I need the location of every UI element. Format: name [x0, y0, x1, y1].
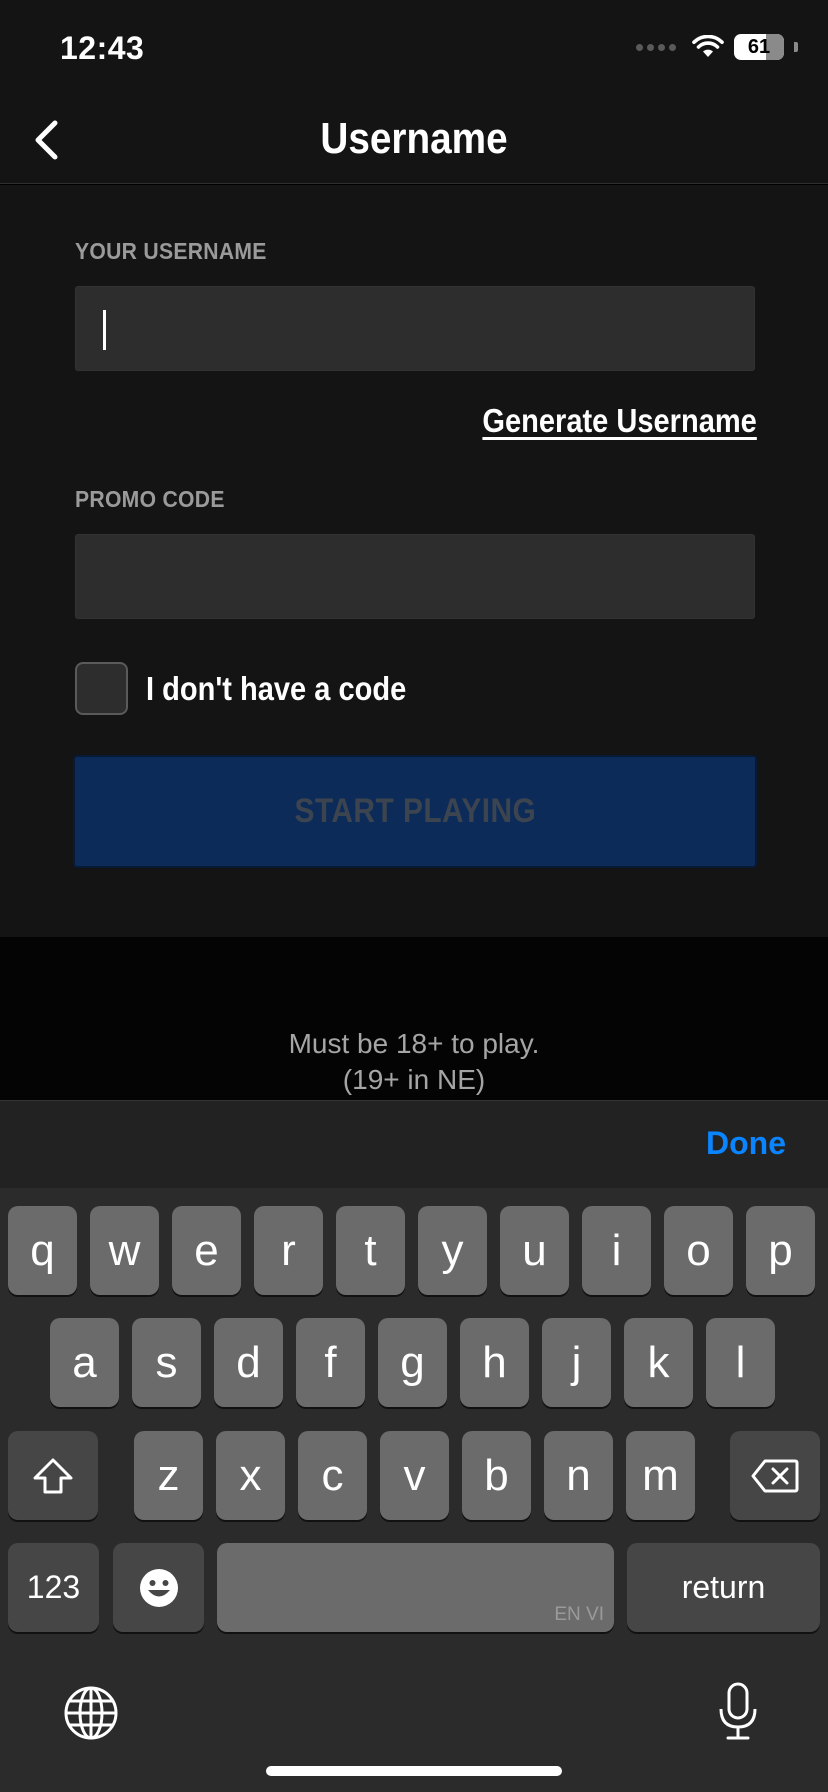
key-h[interactable]: h	[460, 1318, 529, 1407]
key-i[interactable]: i	[582, 1206, 651, 1295]
key-v[interactable]: v	[380, 1431, 449, 1520]
dictation-key[interactable]	[707, 1678, 769, 1744]
emoji-icon	[139, 1568, 178, 1607]
age-notice-line2: (19+ in NE)	[342, 1064, 486, 1095]
key-s[interactable]: s	[132, 1318, 201, 1407]
battery-level: 61	[747, 35, 771, 58]
no-code-checkbox[interactable]	[75, 662, 128, 715]
delete-icon	[751, 1459, 799, 1492]
key-d[interactable]: d	[214, 1318, 283, 1407]
home-indicator	[266, 1766, 562, 1776]
no-code-row: I don't have a code	[75, 662, 442, 715]
return-key[interactable]: return	[627, 1543, 820, 1632]
page-title: Username	[320, 114, 508, 163]
wifi-icon	[692, 35, 724, 57]
key-x[interactable]: x	[216, 1431, 285, 1520]
promo-code-input[interactable]	[75, 534, 755, 619]
key-o[interactable]: o	[664, 1206, 733, 1295]
start-playing-button[interactable]: START PLAYING	[73, 755, 757, 868]
key-y[interactable]: y	[418, 1206, 487, 1295]
key-l[interactable]: l	[706, 1318, 775, 1407]
age-notice: Must be 18+ to play. (19+ in NE)	[0, 937, 828, 1100]
nav-bar: Username	[0, 96, 828, 184]
delete-key[interactable]	[730, 1431, 820, 1520]
key-q[interactable]: q	[8, 1206, 77, 1295]
key-f[interactable]: f	[296, 1318, 365, 1407]
key-m[interactable]: m	[626, 1431, 695, 1520]
username-input[interactable]	[75, 286, 755, 371]
status-bar: 12:43 61	[0, 0, 828, 96]
start-playing-label: START PLAYING	[294, 792, 536, 830]
key-k[interactable]: k	[624, 1318, 693, 1407]
globe-icon	[64, 1686, 118, 1740]
key-r[interactable]: r	[254, 1206, 323, 1295]
key-z[interactable]: z	[134, 1431, 203, 1520]
key-j[interactable]: j	[542, 1318, 611, 1407]
key-e[interactable]: e	[172, 1206, 241, 1295]
key-p[interactable]: p	[746, 1206, 815, 1295]
key-c[interactable]: c	[298, 1431, 367, 1520]
key-a[interactable]: a	[50, 1318, 119, 1407]
username-form: YOUR USERNAME Generate Username PROMO CO…	[0, 185, 828, 937]
username-label: YOUR USERNAME	[75, 238, 267, 264]
emoji-key[interactable]	[113, 1543, 204, 1632]
space-key[interactable]: EN VI	[217, 1543, 614, 1632]
key-b[interactable]: b	[462, 1431, 531, 1520]
numbers-key[interactable]: 123	[8, 1543, 99, 1632]
cellular-signal-icon	[636, 43, 676, 51]
promo-code-label: PROMO CODE	[75, 486, 225, 512]
no-code-label: I don't have a code	[146, 669, 407, 707]
shift-icon	[33, 1458, 73, 1493]
key-n[interactable]: n	[544, 1431, 613, 1520]
key-w[interactable]: w	[90, 1206, 159, 1295]
generate-username-link[interactable]: Generate Username	[483, 402, 757, 440]
battery-icon: 61	[734, 34, 784, 60]
microphone-icon	[719, 1682, 757, 1740]
age-notice-line1: Must be 18+ to play.	[288, 1028, 540, 1059]
key-t[interactable]: t	[336, 1206, 405, 1295]
globe-key[interactable]	[60, 1682, 122, 1744]
status-icons: 61	[636, 34, 798, 60]
key-g[interactable]: g	[378, 1318, 447, 1407]
space-language-label: EN VI	[554, 1604, 604, 1625]
keyboard-accessory-bar: Done	[0, 1100, 828, 1188]
keyboard: qwertyuiop asdfghjkl zxcvbnm 123 EN VI r…	[0, 1188, 828, 1792]
text-cursor	[103, 310, 106, 350]
status-time: 12:43	[60, 30, 145, 66]
key-u[interactable]: u	[500, 1206, 569, 1295]
shift-key[interactable]	[8, 1431, 98, 1520]
done-button[interactable]: Done	[706, 1125, 786, 1162]
